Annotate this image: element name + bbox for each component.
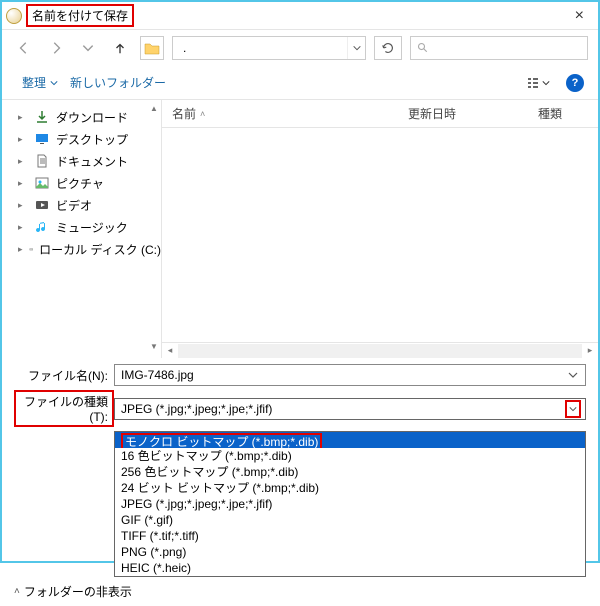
- filetype-option[interactable]: 24 ビット ビットマップ (*.bmp;*.dib): [115, 480, 585, 496]
- sidebar-item-downloads[interactable]: ▸ダウンロード: [2, 106, 161, 128]
- sidebar-item-documents[interactable]: ▸ドキュメント: [2, 150, 161, 172]
- filetype-option[interactable]: PNG (*.png): [115, 544, 585, 560]
- list-view-icon: [526, 76, 540, 90]
- sidebar-item-label: ビデオ: [56, 197, 92, 214]
- new-folder-label: 新しいフォルダー: [70, 74, 166, 91]
- filetype-option[interactable]: GIF (*.gif): [115, 512, 585, 528]
- navbar: .: [2, 30, 598, 66]
- filetype-dropdown-button[interactable]: [565, 400, 581, 418]
- window-title: 名前を付けて保存: [26, 4, 134, 27]
- organize-label: 整理: [22, 74, 46, 91]
- up-button[interactable]: [108, 36, 132, 60]
- app-icon: [6, 8, 22, 24]
- sidebar-item-pictures[interactable]: ▸ピクチャ: [2, 172, 161, 194]
- scroll-right-icon[interactable]: ▸: [582, 345, 598, 356]
- breadcrumb-dropdown[interactable]: [347, 37, 365, 59]
- sidebar-item-label: ミュージック: [56, 219, 128, 236]
- search-icon: [417, 42, 429, 54]
- breadcrumb[interactable]: .: [172, 36, 366, 60]
- horizontal-scrollbar[interactable]: ◂ ▸: [162, 342, 598, 358]
- help-button[interactable]: ?: [566, 74, 584, 92]
- main-area: ▸ダウンロード ▸デスクトップ ▸ドキュメント ▸ピクチャ ▸ビデオ ▸ミュージ…: [2, 100, 598, 358]
- sidebar-item-label: デスクトップ: [56, 131, 128, 148]
- toolbar: 整理 新しいフォルダー ?: [2, 66, 598, 100]
- close-button[interactable]: ×: [569, 7, 590, 25]
- back-button[interactable]: [12, 36, 36, 60]
- sidebar-item-label: ローカル ディスク (C:): [39, 241, 161, 258]
- sidebar-item-videos[interactable]: ▸ビデオ: [2, 194, 161, 216]
- scroll-up-icon[interactable]: ▲: [149, 104, 159, 116]
- folder-icon[interactable]: [140, 36, 164, 60]
- recent-dropdown[interactable]: [76, 36, 100, 60]
- filetype-label: ファイルの種類(T):: [14, 390, 114, 427]
- filetype-dropdown-list[interactable]: モノクロ ビットマップ (*.bmp;*.dib) 16 色ビットマップ (*.…: [114, 431, 586, 577]
- column-name[interactable]: 名前˄: [162, 105, 282, 122]
- refresh-button[interactable]: [374, 36, 402, 60]
- filetype-option[interactable]: JPEG (*.jpg;*.jpeg;*.jpe;*.jfif): [115, 496, 585, 512]
- titlebar: 名前を付けて保存 ×: [2, 2, 598, 30]
- filename-dropdown[interactable]: [565, 370, 581, 380]
- filetype-input[interactable]: JPEG (*.jpg;*.jpeg;*.jpe;*.jfif): [114, 398, 586, 420]
- sidebar-item-label: ダウンロード: [56, 109, 128, 126]
- footer: ˄ フォルダーの非表示: [2, 577, 598, 606]
- chevron-down-icon: [50, 79, 58, 87]
- hide-folders-toggle[interactable]: フォルダーの非表示: [24, 583, 132, 600]
- breadcrumb-segment[interactable]: .: [179, 41, 190, 55]
- scroll-left-icon[interactable]: ◂: [162, 345, 178, 356]
- sidebar-item-disk-c[interactable]: ▸ローカル ディスク (C:): [2, 238, 161, 260]
- file-list[interactable]: [162, 128, 598, 342]
- filetype-value: JPEG (*.jpg;*.jpeg;*.jpe;*.jfif): [121, 402, 272, 416]
- new-folder-button[interactable]: 新しいフォルダー: [64, 70, 172, 95]
- filetype-option[interactable]: TIFF (*.tif;*.tiff): [115, 528, 585, 544]
- scroll-down-icon[interactable]: ▼: [149, 342, 159, 354]
- sidebar-item-label: ピクチャ: [56, 175, 104, 192]
- filename-value: IMG-7486.jpg: [121, 368, 194, 382]
- forward-button[interactable]: [44, 36, 68, 60]
- file-pane: 名前˄ 更新日時 種類 ◂ ▸: [162, 100, 598, 358]
- form-rows: ファイル名(N): IMG-7486.jpg ファイルの種類(T): JPEG …: [2, 358, 598, 427]
- filename-label: ファイル名(N):: [14, 367, 114, 384]
- sidebar-scrollbar[interactable]: ▲ ▼: [149, 104, 159, 354]
- column-headers: 名前˄ 更新日時 種類: [162, 100, 598, 128]
- sidebar-item-music[interactable]: ▸ミュージック: [2, 216, 161, 238]
- chevron-down-icon: [542, 79, 550, 87]
- search-input[interactable]: [410, 36, 588, 60]
- chevron-up-icon: ˄: [14, 586, 20, 597]
- filetype-option[interactable]: モノクロ ビットマップ (*.bmp;*.dib): [115, 432, 585, 448]
- filetype-option[interactable]: 16 色ビットマップ (*.bmp;*.dib): [115, 448, 585, 464]
- sidebar: ▸ダウンロード ▸デスクトップ ▸ドキュメント ▸ピクチャ ▸ビデオ ▸ミュージ…: [2, 100, 162, 358]
- organize-menu[interactable]: 整理: [16, 70, 64, 95]
- column-date[interactable]: 更新日時: [398, 105, 528, 122]
- sidebar-item-desktop[interactable]: ▸デスクトップ: [2, 128, 161, 150]
- sidebar-item-label: ドキュメント: [56, 153, 128, 170]
- filetype-option[interactable]: HEIC (*.heic): [115, 560, 585, 576]
- column-type[interactable]: 種類: [528, 105, 598, 122]
- filetype-option[interactable]: 256 色ビットマップ (*.bmp;*.dib): [115, 464, 585, 480]
- view-picker[interactable]: [520, 72, 556, 94]
- filename-input[interactable]: IMG-7486.jpg: [114, 364, 586, 386]
